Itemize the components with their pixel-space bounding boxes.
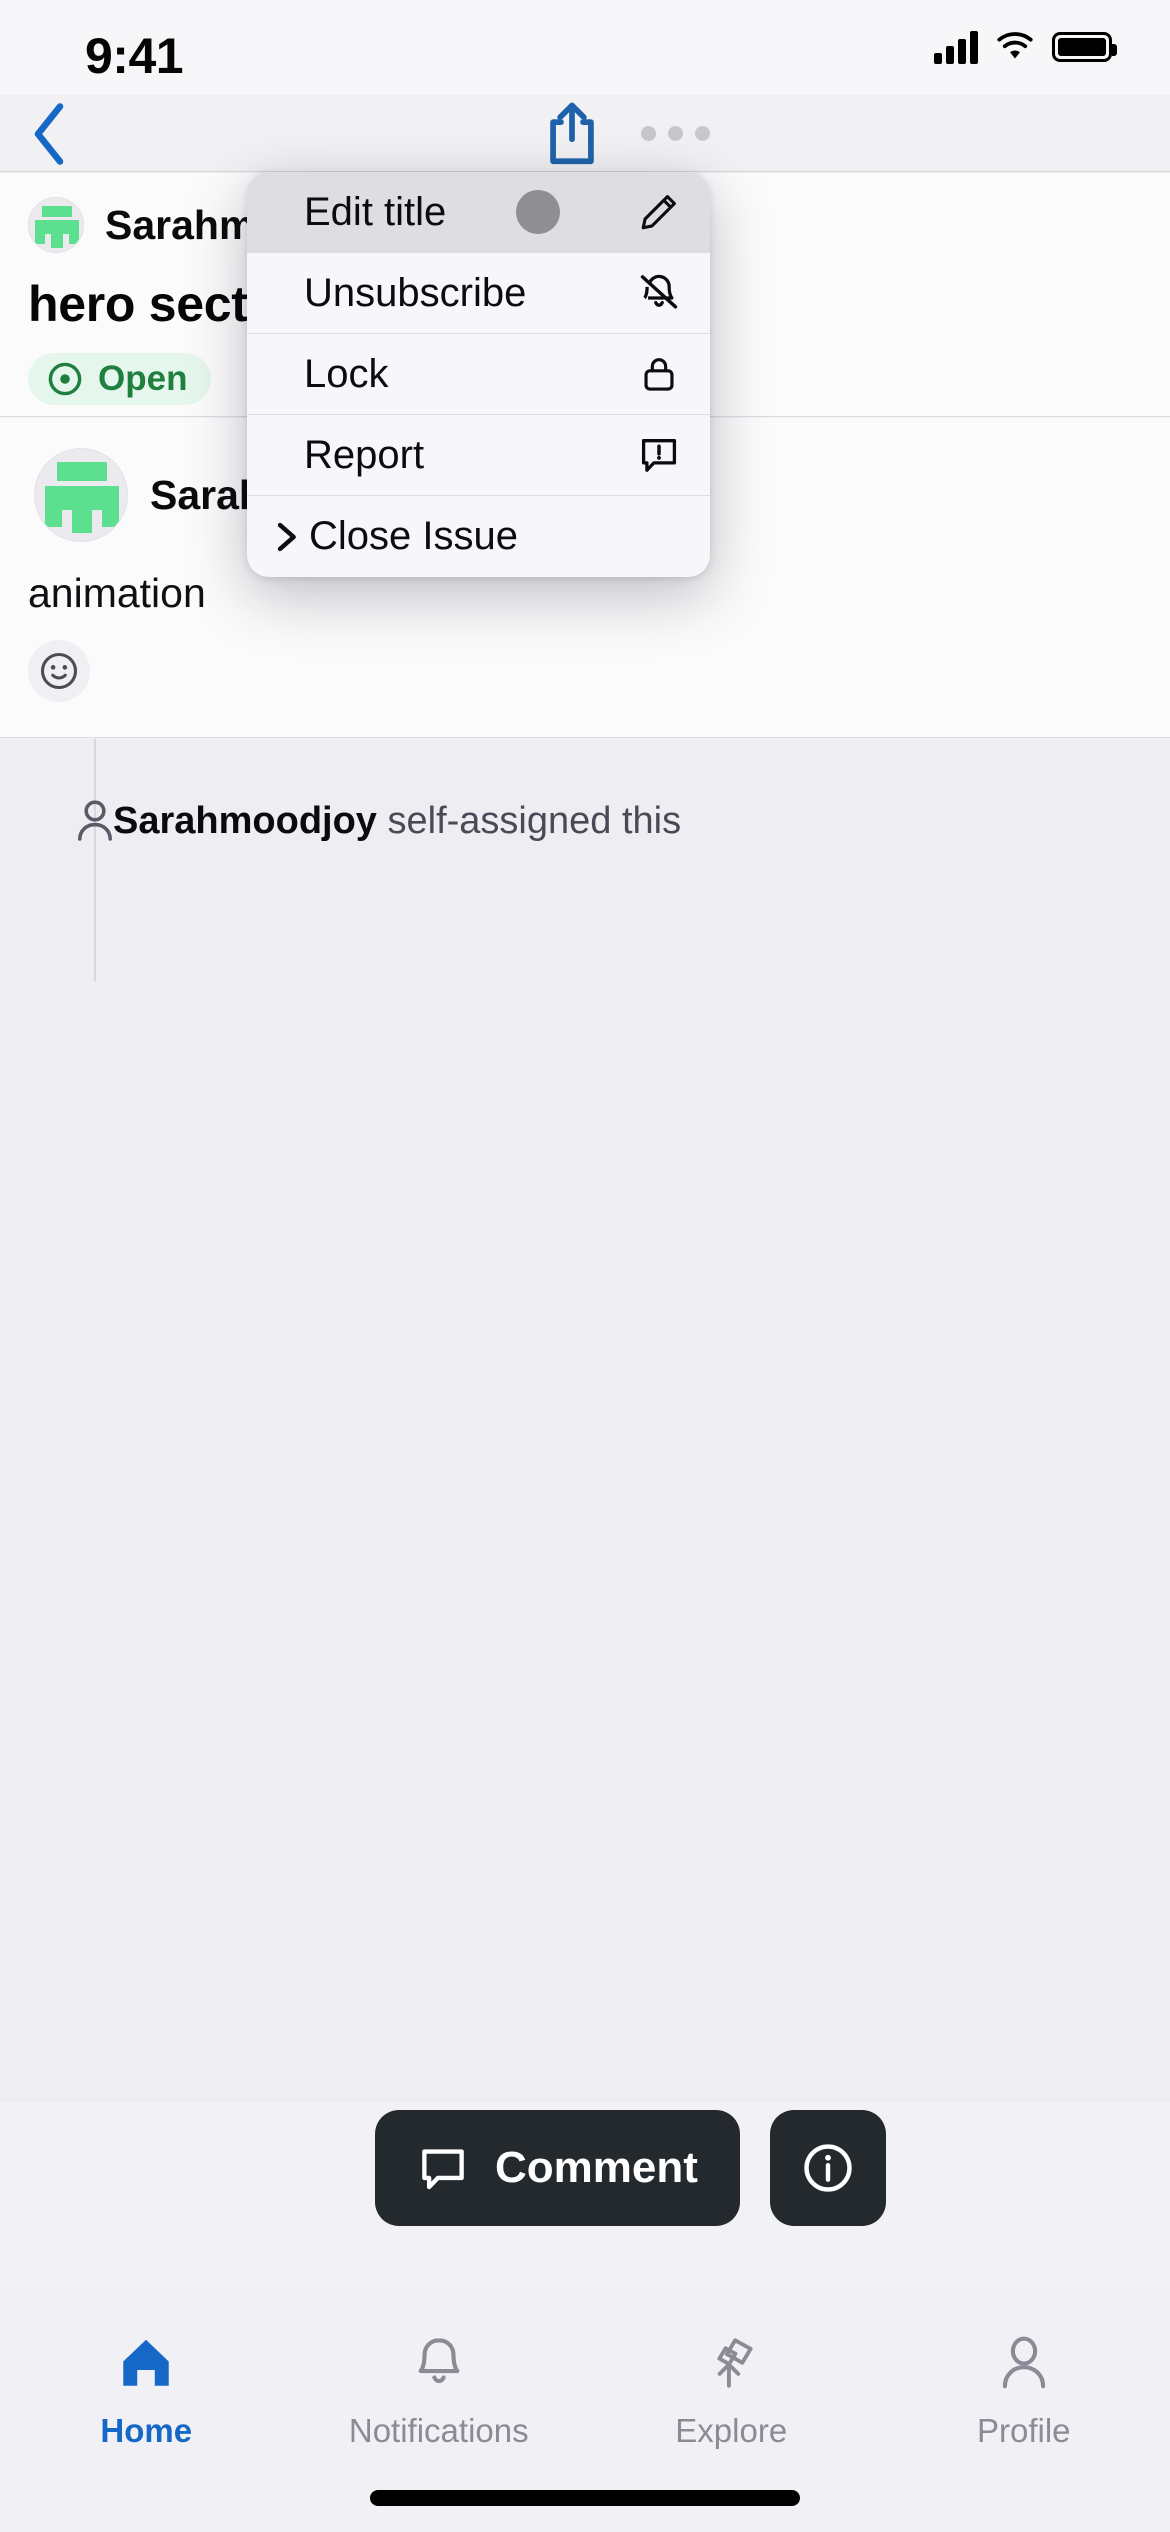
wifi-icon	[997, 32, 1033, 59]
bell-icon	[418, 2338, 460, 2384]
timeline-event-action: self-assigned this	[376, 799, 682, 842]
timeline-event: Sarahmoodjoy self-assigned this	[0, 781, 1170, 861]
menu-item-label: Close Issue	[309, 514, 518, 558]
issue-open-circle-dot-icon	[48, 362, 82, 396]
avatar	[34, 448, 128, 542]
touch-indicator	[516, 190, 560, 234]
home-indicator	[370, 2490, 800, 2506]
ellipsis-icon	[667, 126, 683, 141]
navigation-bar	[0, 95, 1170, 172]
menu-item-label: Edit title	[304, 189, 447, 234]
share-icon	[550, 102, 594, 164]
chevron-right-icon	[269, 520, 303, 554]
menu-item-label: Unsubscribe	[304, 270, 527, 315]
menu-item-edit-title[interactable]: Edit title	[247, 172, 710, 253]
chevron-left-icon	[34, 102, 64, 165]
context-menu: Edit title Unsubscribe Lock Report Close…	[247, 172, 710, 577]
floating-action-row: Comment	[375, 2110, 886, 2226]
tab-notifications-label: Notifications	[348, 2412, 529, 2449]
timeline: Sarahmoodjoy self-assigned this	[0, 739, 1170, 2102]
comment-bubble-icon	[422, 2149, 464, 2190]
share-button[interactable]	[533, 95, 611, 172]
tab-home[interactable]: Home	[0, 2290, 293, 2532]
tab-explore-label: Explore	[675, 2412, 788, 2449]
ellipsis-icon	[640, 126, 656, 141]
telescope-icon	[717, 2338, 753, 2388]
status-badge-label: Open	[98, 359, 188, 398]
menu-item-lock[interactable]: Lock	[247, 334, 710, 415]
back-button[interactable]	[10, 95, 88, 172]
lock-icon	[636, 351, 682, 397]
battery-full-icon	[1052, 32, 1117, 62]
tab-profile[interactable]: Profile	[878, 2290, 1170, 2532]
comment-button[interactable]: Comment	[375, 2110, 740, 2226]
bell-slash-icon	[636, 270, 682, 316]
person-icon	[1002, 2336, 1045, 2389]
menu-item-unsubscribe[interactable]: Unsubscribe	[247, 253, 710, 334]
add-reaction-button[interactable]	[28, 640, 90, 702]
cellular-bars-icon	[934, 30, 978, 64]
comment-button-label: Comment	[495, 2143, 698, 2192]
avatar	[28, 197, 84, 253]
comment-body: animation	[28, 570, 206, 616]
timeline-event-text: Sarahmoodjoy self-assigned this	[113, 800, 681, 843]
pencil-icon	[636, 189, 682, 235]
info-button[interactable]	[769, 2110, 886, 2226]
menu-item-close-issue[interactable]: Close Issue	[247, 496, 710, 577]
menu-item-report[interactable]: Report	[247, 415, 710, 496]
report-flag-icon	[636, 432, 682, 478]
menu-item-label: Report	[304, 432, 425, 477]
more-options-button[interactable]	[630, 95, 720, 172]
tab-home-label: Home	[100, 2412, 193, 2449]
status-bar: 9:41	[0, 0, 1170, 95]
ellipsis-icon	[694, 126, 710, 141]
status-bar-clock: 9:41	[85, 28, 184, 84]
home-icon	[123, 2339, 169, 2386]
smiley-add-reaction-icon	[40, 652, 78, 690]
timeline-connector	[94, 861, 96, 981]
menu-item-label: Lock	[304, 351, 389, 396]
status-bar-indicators	[934, 30, 1117, 64]
tab-bar: Home Notifications Explore Profile	[0, 2290, 1170, 2532]
status-badge: Open	[28, 353, 212, 405]
info-circle-icon	[804, 2144, 852, 2192]
timeline-event-actor: Sarahmoodjoy	[113, 799, 377, 842]
tab-profile-label: Profile	[976, 2412, 1071, 2449]
